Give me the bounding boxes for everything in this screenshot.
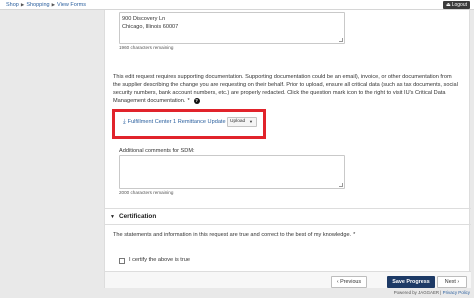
save-progress-label: Save Progress: [392, 279, 430, 285]
upload-button-label: Upload: [230, 119, 246, 124]
certify-checkbox[interactable]: [119, 258, 125, 264]
breadcrumb-shopping[interactable]: Shopping: [26, 2, 49, 8]
documentation-text: This edit request requires supporting do…: [113, 74, 458, 104]
comments-label: Additional comments for SDM:: [119, 148, 195, 154]
caret-down-icon: ▼: [249, 119, 253, 124]
section-divider: [105, 224, 471, 225]
form-panel: 900 Discovery Ln Chicago, Illinois 60007…: [104, 10, 471, 288]
breadcrumb-view-forms[interactable]: View Forms: [57, 2, 86, 8]
chevron-right-icon: ▶: [20, 2, 25, 7]
comments-textarea[interactable]: [119, 155, 345, 189]
logout-button[interactable]: ⏏Logout: [442, 1, 470, 9]
address-textarea[interactable]: 900 Discovery Ln Chicago, Illinois 60007: [119, 12, 345, 44]
address-line-2: Chicago, Illinois 60007: [122, 23, 179, 30]
certification-text: The statements and information in this r…: [113, 232, 352, 238]
certification-header[interactable]: ▼ Certification: [110, 213, 156, 220]
address-remaining: 1960 characters remaining: [119, 45, 174, 50]
upload-highlight: ⤓ Fulfillment Center 1 Remittance Update …: [112, 109, 266, 139]
logout-label: Logout: [451, 2, 467, 8]
question-circle-icon[interactable]: ?: [193, 97, 200, 104]
breadcrumb-shop[interactable]: Shop: [6, 2, 19, 8]
uploaded-file-link[interactable]: ⤓ Fulfillment Center 1 Remittance Update: [123, 119, 226, 126]
address-line-1: 900 Discovery Ln: [122, 16, 166, 22]
upload-button[interactable]: Upload ▼: [227, 117, 257, 127]
uploaded-file-name: Fulfillment Center 1 Remittance Update: [127, 119, 226, 125]
certify-label[interactable]: I certify the above is true: [129, 257, 190, 263]
breadcrumb: Shop ▶ Shopping ▶ View Forms: [6, 1, 86, 9]
resize-handle[interactable]: [339, 183, 343, 187]
comments-remaining: 2000 characters remaining: [119, 190, 174, 195]
powered-by: Powered by JAGGAER | Privacy Policy: [394, 290, 470, 295]
form-footer: ‹ Previous Save Progress Next ›: [105, 271, 471, 288]
powered-by-text: Powered by JAGGAER: [393, 290, 440, 295]
logout-icon: ⏏: [445, 2, 451, 8]
privacy-policy-link[interactable]: Privacy Policy: [443, 290, 470, 295]
chevron-down-icon: ▼: [110, 214, 115, 220]
certification-title: Certification: [118, 213, 157, 220]
next-label: Next: [444, 279, 456, 285]
top-bar: Shop ▶ Shopping ▶ View Forms ⏏Logout: [0, 0, 474, 10]
save-progress-button[interactable]: Save Progress: [387, 276, 435, 288]
next-button[interactable]: Next ›: [437, 276, 467, 288]
previous-button[interactable]: ‹ Previous: [331, 276, 367, 288]
resize-handle[interactable]: [339, 38, 343, 42]
required-mark: *: [353, 232, 356, 238]
documentation-instructions: This edit request requires supporting do…: [113, 73, 459, 105]
required-mark: *: [187, 98, 190, 104]
certification-statement: The statements and information in this r…: [113, 232, 355, 238]
download-icon: ⤓: [123, 119, 126, 125]
previous-label: Previous: [340, 279, 362, 285]
chevron-right-icon: ›: [455, 279, 460, 285]
section-divider: [105, 208, 471, 209]
chevron-right-icon: ▶: [51, 2, 56, 7]
